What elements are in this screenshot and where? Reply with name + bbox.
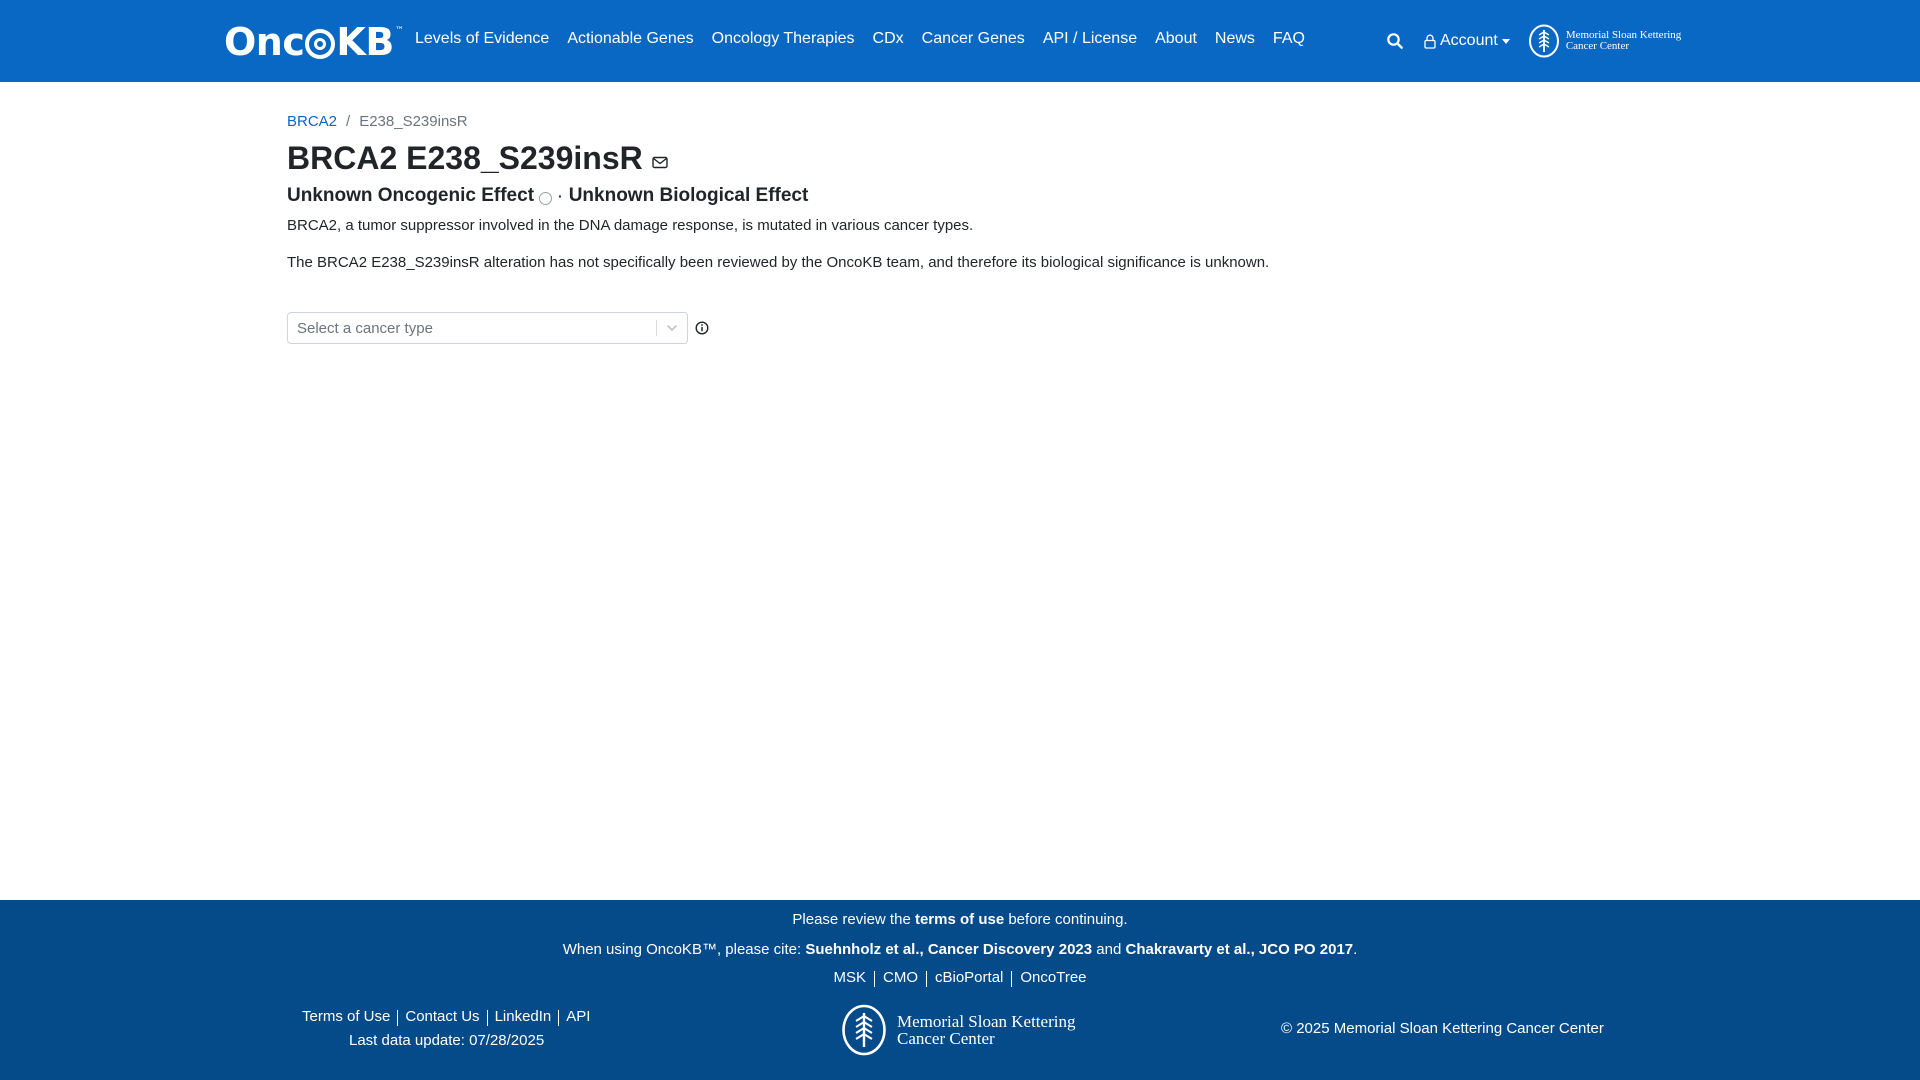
page-title: BRCA2 E238_S239insR [287, 140, 668, 177]
terms-of-use-link[interactable]: terms of use [915, 911, 1004, 928]
nav-api-license[interactable]: API / License [1043, 30, 1137, 48]
brand-trademark: ™ [394, 26, 404, 36]
breadcrumb-current: E238_S239insR [359, 113, 468, 130]
footer-link-contact[interactable]: Contact Us [398, 1008, 486, 1026]
page-title-text: BRCA2 E238_S239insR [287, 140, 643, 176]
brand-text-end: KB [336, 20, 394, 64]
main-nav: Levels of Evidence Actionable Genes Onco… [415, 30, 1323, 48]
cancer-type-placeholder: Select a cancer type [297, 319, 433, 337]
citation-end: . [1353, 941, 1358, 958]
terms-notice: Please review the terms of use before co… [0, 911, 1920, 928]
footer-msk-logo[interactable]: Memorial Sloan Kettering Cancer Center [841, 1004, 1075, 1056]
footer-link-cmo[interactable]: CMO [875, 969, 926, 987]
brand-text-start: Onc [224, 20, 305, 64]
chevron-down-icon [666, 324, 678, 332]
footer: Please review the terms of use before co… [0, 900, 1920, 1080]
target-icon [305, 29, 336, 59]
oncogenic-effect: Unknown Oncogenic Effect [287, 185, 535, 206]
footer-center-links: MSK CMO cBioPortal OncoTree [0, 969, 1920, 987]
nav-actionable-genes[interactable]: Actionable Genes [567, 30, 693, 48]
account-menu[interactable]: Account [1424, 32, 1510, 50]
footer-link-api[interactable]: API [559, 1008, 597, 1026]
citation-and: and [1092, 941, 1126, 958]
gene-summary: BRCA2, a tumor suppressor involved in th… [287, 217, 974, 234]
nav-cdx[interactable]: CDx [873, 30, 904, 48]
cancer-type-select[interactable]: Select a cancer type [287, 312, 688, 344]
citation-pre: When using OncoKB™, please cite: [562, 941, 806, 958]
breadcrumb-gene-link[interactable]: BRCA2 [287, 113, 337, 130]
msk-wordmark: Memorial Sloan Kettering Cancer Center [897, 1013, 1075, 1047]
footer-link-cbioportal[interactable]: cBioPortal [927, 969, 1011, 987]
search-icon[interactable] [1386, 32, 1404, 50]
msk-line2: Cancer Center [1565, 40, 1630, 52]
footer-left: Terms of Use Contact Us LinkedIn API Las… [302, 1008, 597, 1049]
top-navbar: Onc KB ™ Levels of Evidence Actionable G… [0, 0, 1920, 82]
footer-left-links: Terms of Use Contact Us LinkedIn API [302, 1008, 597, 1026]
effect-summary: Unknown Oncogenic Effect · Unknown Biolo… [287, 185, 808, 207]
breadcrumb-separator: / [346, 113, 351, 130]
footer-link-oncotree[interactable]: OncoTree [1012, 969, 1094, 987]
copyright: © 2025 Memorial Sloan Kettering Cancer C… [1281, 1020, 1604, 1037]
oncokb-logo[interactable]: Onc KB ™ [224, 20, 404, 64]
citation-link-2[interactable]: Chakravarty et al., JCO PO 2017 [1126, 941, 1354, 958]
breadcrumb: BRCA2 / E238_S239insR [287, 113, 468, 130]
biological-effect: Unknown Biological Effect [568, 185, 809, 206]
effect-separator: · [558, 188, 563, 204]
last-data-update: Last data update: 07/28/2025 [349, 1032, 545, 1049]
citation-link-1[interactable]: Suehnholz et al., Cancer Discovery 2023 [805, 941, 1092, 958]
footer-link-terms[interactable]: Terms of Use [302, 1008, 397, 1026]
nav-oncology-therapies[interactable]: Oncology Therapies [712, 30, 855, 48]
msk-line1: Memorial Sloan Kettering [897, 1012, 1076, 1031]
nav-about[interactable]: About [1155, 30, 1197, 48]
msk-emblem-icon [1528, 24, 1559, 58]
account-label: Account [1440, 32, 1498, 49]
lock-icon [1424, 34, 1436, 49]
citation-notice: When using OncoKB™, please cite: Suehnho… [0, 941, 1920, 958]
msk-line2: Cancer Center [897, 1029, 995, 1048]
terms-notice-pre: Please review the [792, 911, 915, 928]
footer-link-linkedin[interactable]: LinkedIn [488, 1008, 559, 1026]
oncogenic-info-icon[interactable] [539, 191, 553, 205]
chevron-down-icon [1501, 38, 1510, 44]
nav-news[interactable]: News [1215, 30, 1255, 48]
info-icon[interactable] [695, 321, 709, 335]
msk-emblem-icon [842, 1004, 886, 1056]
nav-right: Account Memorial Sloan Kettering Cancer … [1386, 24, 1681, 58]
msk-logo[interactable]: Memorial Sloan Kettering Cancer Center [1528, 24, 1681, 58]
mail-icon[interactable] [652, 156, 668, 169]
footer-link-msk[interactable]: MSK [825, 969, 874, 987]
nav-faq[interactable]: FAQ [1273, 30, 1305, 48]
terms-notice-post: before continuing. [1004, 911, 1128, 928]
alteration-summary: The BRCA2 E238_S239insR alteration has n… [287, 254, 1270, 271]
select-chevron[interactable] [657, 324, 687, 332]
nav-cancer-genes[interactable]: Cancer Genes [922, 30, 1025, 48]
msk-wordmark: Memorial Sloan Kettering Cancer Center [1566, 30, 1681, 52]
nav-levels-of-evidence[interactable]: Levels of Evidence [415, 30, 549, 48]
